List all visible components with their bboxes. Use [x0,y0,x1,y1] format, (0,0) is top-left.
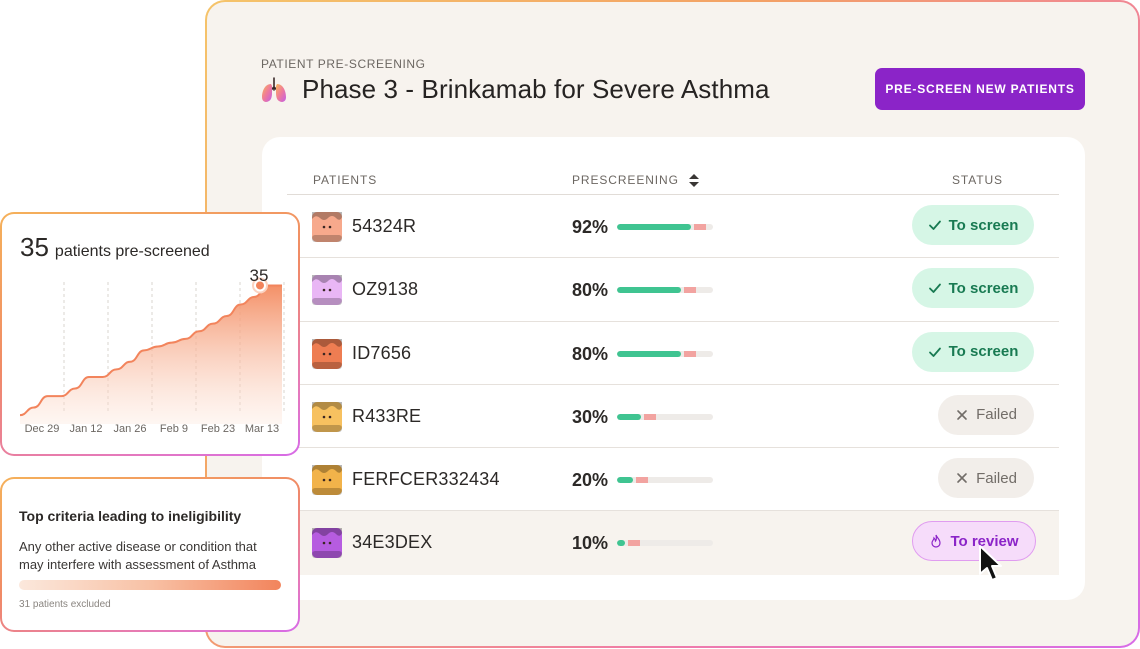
patients-table: PATIENTS PRESCREENING STATUS 54324R 92% To… [262,137,1085,600]
check-icon [928,347,941,357]
progress-fill [617,413,641,420]
progress-fill [617,224,691,230]
table-row: 34E3DEX 10% To review [287,511,1059,575]
status-label: Failed [976,469,1017,487]
progress-fill [617,287,681,294]
column-header-status: STATUS [952,173,1003,187]
patient-id[interactable]: ID7656 [352,343,411,364]
prescreening-progress-bar [617,413,713,420]
patient-id[interactable]: OZ9138 [352,279,418,300]
progress-fail-segment [684,287,696,294]
status-label: To screen [948,216,1019,234]
lungs-icon [262,76,286,102]
table-header: PATIENTS PRESCREENING STATUS [287,167,1059,195]
check-icon [928,220,941,230]
x-tick-label: Dec 29 [25,423,60,435]
prescreening-percent: 10% [572,533,609,554]
prescreening-percent: 30% [572,406,609,427]
series-area [20,285,282,424]
table-body: 54324R 92% To screen OZ9138 80% To screen ID76… [287,195,1059,575]
patient-id[interactable]: 54324R [352,216,416,237]
prescreened-chart-card: 35 Dec 29 Jan 12 Jan 26 Feb 9 Feb 23 Mar 13 35… [2,214,298,454]
criteria-title: Top criteria leading to ineligibility [19,508,242,524]
progress-fill [617,350,681,357]
table-row: 54324R 92% To screen [287,195,1059,259]
progress-fail-segment [694,224,706,230]
prescreened-caption: patients pre-screened [54,243,210,260]
sort-icon[interactable] [688,173,699,187]
patient-avatar-icon [312,528,342,559]
prescreening-progress-bar [617,540,713,547]
table-row: ID7656 80% To screen [287,322,1059,385]
chart-headline: 35 patients pre-screened [20,232,210,263]
title-row: Phase 3 - Brinkamab for Severe Asthma [259,74,770,105]
patient-id[interactable]: R433RE [352,406,421,427]
ineligibility-criteria-card: Top criteria leading to ineligibility An… [2,479,298,630]
patient-avatar-icon [312,401,342,432]
prescreening-percent: 80% [572,343,609,364]
patient-avatar-icon [312,338,342,369]
patient-avatar-icon [312,275,342,306]
criteria-footnote: 31 patients excluded [19,599,111,610]
peak-value-label: 35 [250,266,269,285]
column-header-prescreening[interactable]: PRESCREENING [572,173,699,187]
flame-icon [931,535,942,549]
x-icon [957,473,967,483]
status-badge-failed[interactable]: Failed [938,394,1034,435]
x-tick-label: Jan 26 [113,423,146,435]
progress-fill [617,540,625,547]
status-label: Failed [976,406,1017,424]
progress-fail-segment [636,477,648,484]
x-tick-label: Jan 12 [69,423,102,435]
prescreening-progress-bar [617,477,713,484]
patient-avatar-icon [312,212,342,242]
criteria-description: Any other active disease or condition th… [19,539,257,572]
prescreening-progress-bar [617,350,713,357]
prescreening-percent: 80% [572,280,609,301]
chart-card-frame: 35 Dec 29 Jan 12 Jan 26 Feb 9 Feb 23 Mar 13 35… [0,212,300,456]
status-badge-review[interactable]: To review [912,521,1036,562]
status-badge-failed[interactable]: Failed [938,458,1034,499]
x-tick-label: Mar 13 [245,423,279,435]
prescreened-count: 35 [20,232,49,262]
page-title: Phase 3 - Brinkamab for Severe Asthma [302,74,770,104]
prescreening-percent: 92% [572,217,609,237]
prescreening-progress-bar [617,287,713,294]
mouse-cursor-icon [979,545,1002,581]
check-icon [928,283,941,294]
x-icon [957,410,967,420]
table-row: R433RE 30% Failed [287,385,1059,449]
patient-id[interactable]: 34E3DEX [352,532,432,553]
patient-id[interactable]: FERFCER332434 [352,469,500,490]
x-tick-label: Feb 9 [160,423,188,435]
status-label: To screen [948,279,1019,297]
progress-fail-segment [684,350,696,357]
table-row: FERFCER332434 20% Failed [287,448,1059,512]
column-header-patients: PATIENTS [313,173,378,187]
table-row: OZ9138 80% To screen [287,258,1059,322]
patient-avatar-icon [312,465,342,496]
status-label: To screen [948,343,1019,361]
progress-fail-segment [644,413,656,420]
status-badge-screen[interactable]: To screen [912,205,1034,245]
pre-screen-new-patients-button[interactable]: PRE-SCREEN NEW PATIENTS [875,68,1085,110]
status-badge-screen[interactable]: To screen [912,331,1034,372]
status-badge-screen[interactable]: To screen [912,268,1034,309]
criteria-card-frame: Top criteria leading to ineligibility An… [0,477,300,632]
section-eyebrow: PATIENT PRE-SCREENING [261,57,426,71]
prescreening-progress-bar [617,224,713,230]
criteria-bar [19,580,281,590]
prescreening-percent: 20% [572,470,609,491]
x-tick-label: Feb 23 [201,423,235,435]
progress-fail-segment [628,540,640,547]
column-header-prescreening-label: PRESCREENING [572,173,679,187]
progress-fill [617,477,633,484]
